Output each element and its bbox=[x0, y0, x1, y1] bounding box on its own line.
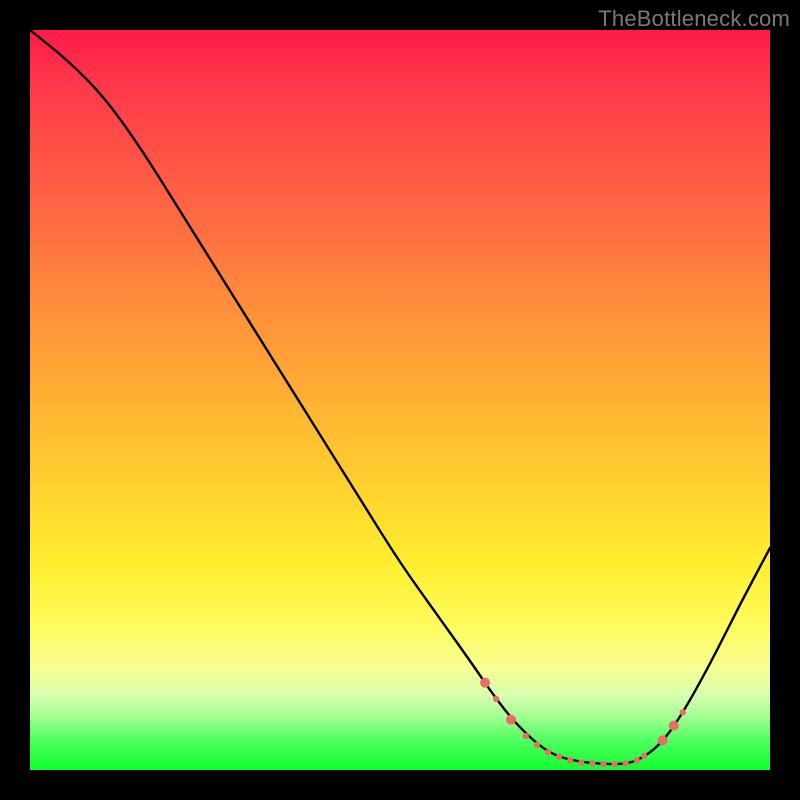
chart-svg bbox=[30, 30, 770, 770]
marker-dot bbox=[669, 721, 679, 731]
marker-dot bbox=[623, 760, 629, 766]
marker-dot bbox=[658, 735, 668, 745]
plot-area bbox=[30, 30, 770, 770]
marker-dot bbox=[523, 733, 529, 739]
marker-dot bbox=[480, 678, 490, 688]
marker-dot bbox=[567, 757, 573, 763]
marker-dot bbox=[611, 761, 617, 767]
marker-dot bbox=[600, 761, 606, 767]
marker-dot bbox=[493, 696, 499, 702]
marker-dot bbox=[506, 715, 516, 725]
marker-dot bbox=[556, 753, 562, 759]
marker-dot bbox=[634, 757, 640, 763]
chart-container: TheBottleneck.com bbox=[0, 0, 800, 800]
marker-dot bbox=[679, 709, 685, 715]
attribution-label: TheBottleneck.com bbox=[598, 6, 790, 32]
marker-dot bbox=[578, 759, 584, 765]
marker-dot bbox=[545, 749, 551, 755]
flat-zone-markers bbox=[480, 678, 686, 768]
curve-line bbox=[30, 30, 770, 764]
marker-dot bbox=[534, 742, 540, 748]
marker-dot bbox=[589, 760, 595, 766]
marker-dot bbox=[641, 753, 647, 759]
